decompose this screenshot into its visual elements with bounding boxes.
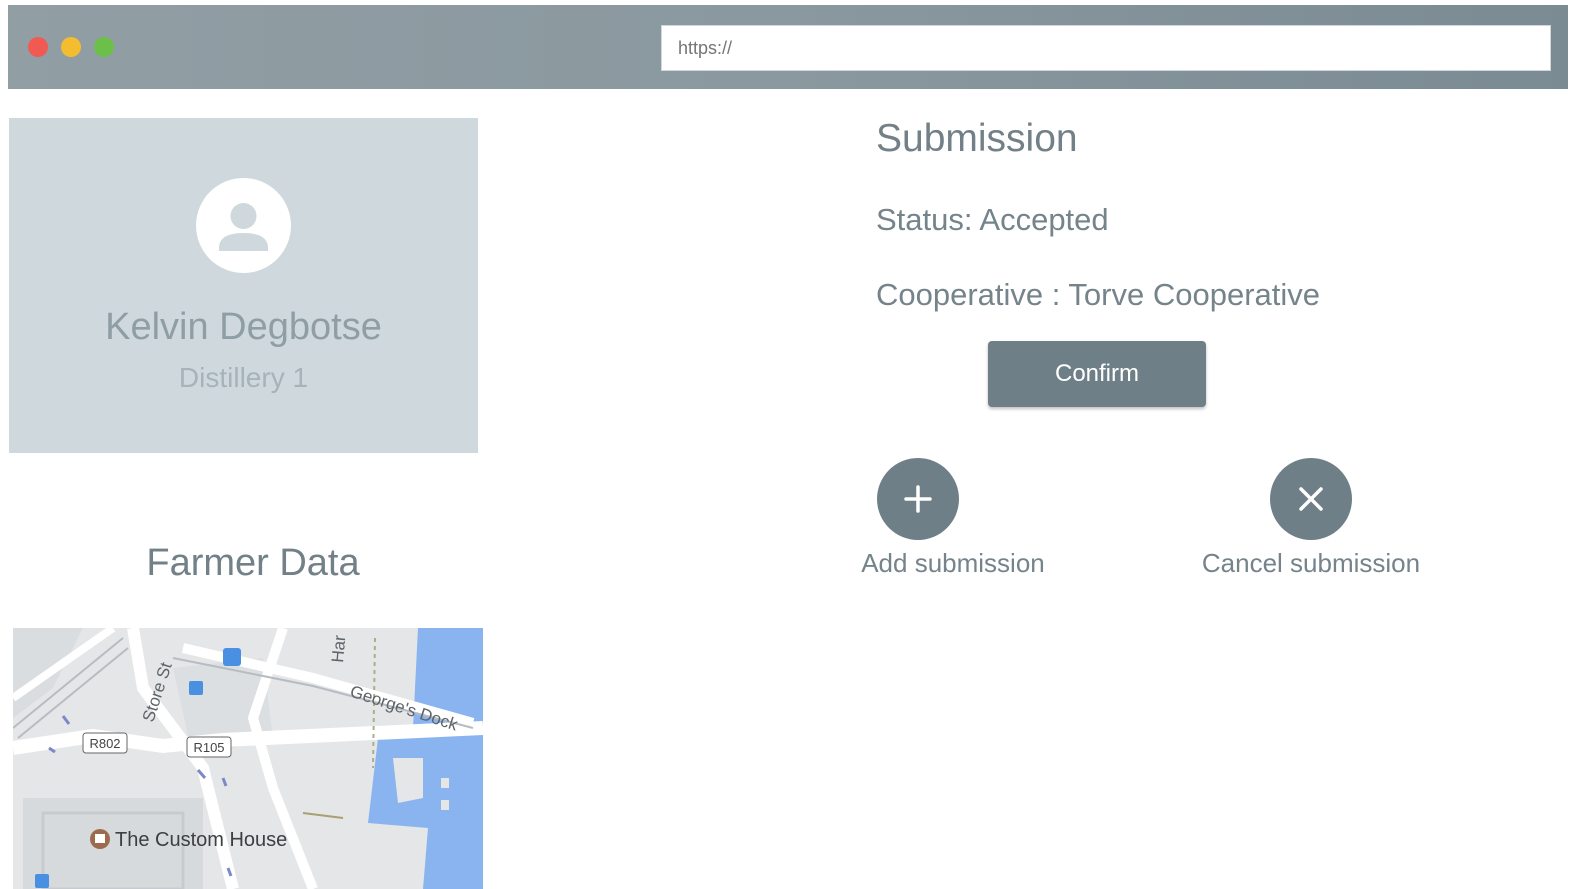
close-window-icon[interactable]	[28, 37, 48, 57]
confirm-button[interactable]: Confirm	[988, 341, 1206, 407]
farmer-data-title: Farmer Data	[146, 542, 360, 584]
cancel-submission-label[interactable]: Cancel submission	[1190, 548, 1432, 579]
profile-card: Kelvin Degbotse Distillery 1	[9, 118, 478, 453]
minimize-window-icon[interactable]	[61, 37, 81, 57]
road-badge-r802: R802	[89, 736, 120, 751]
map[interactable]: R802 R105 Store St George's Dock Har The…	[13, 628, 483, 889]
user-icon	[219, 203, 268, 251]
browser-toolbar	[8, 5, 1568, 89]
submission-title: Submission	[876, 117, 1078, 160]
submission-status: Status: Accepted	[876, 202, 1109, 237]
url-input[interactable]	[661, 25, 1551, 71]
plus-icon	[904, 485, 932, 513]
poi-label[interactable]: The Custom House	[115, 829, 287, 851]
add-submission-label[interactable]: Add submission	[848, 548, 1058, 579]
profile-role: Distillery 1	[178, 362, 309, 393]
page: Kelvin Degbotse Distillery 1 Farmer Data	[0, 0, 1572, 889]
close-icon	[1299, 487, 1323, 511]
add-submission-button[interactable]	[877, 458, 959, 540]
road-badge-r105: R105	[193, 740, 224, 755]
submission-cooperative: Cooperative : Torve Cooperative	[876, 277, 1321, 312]
street-label-har: Har	[328, 634, 349, 663]
avatar	[196, 178, 291, 273]
maximize-window-icon[interactable]	[94, 37, 114, 57]
cancel-submission-button[interactable]	[1270, 458, 1352, 540]
profile-name: Kelvin Degbotse	[105, 306, 382, 348]
